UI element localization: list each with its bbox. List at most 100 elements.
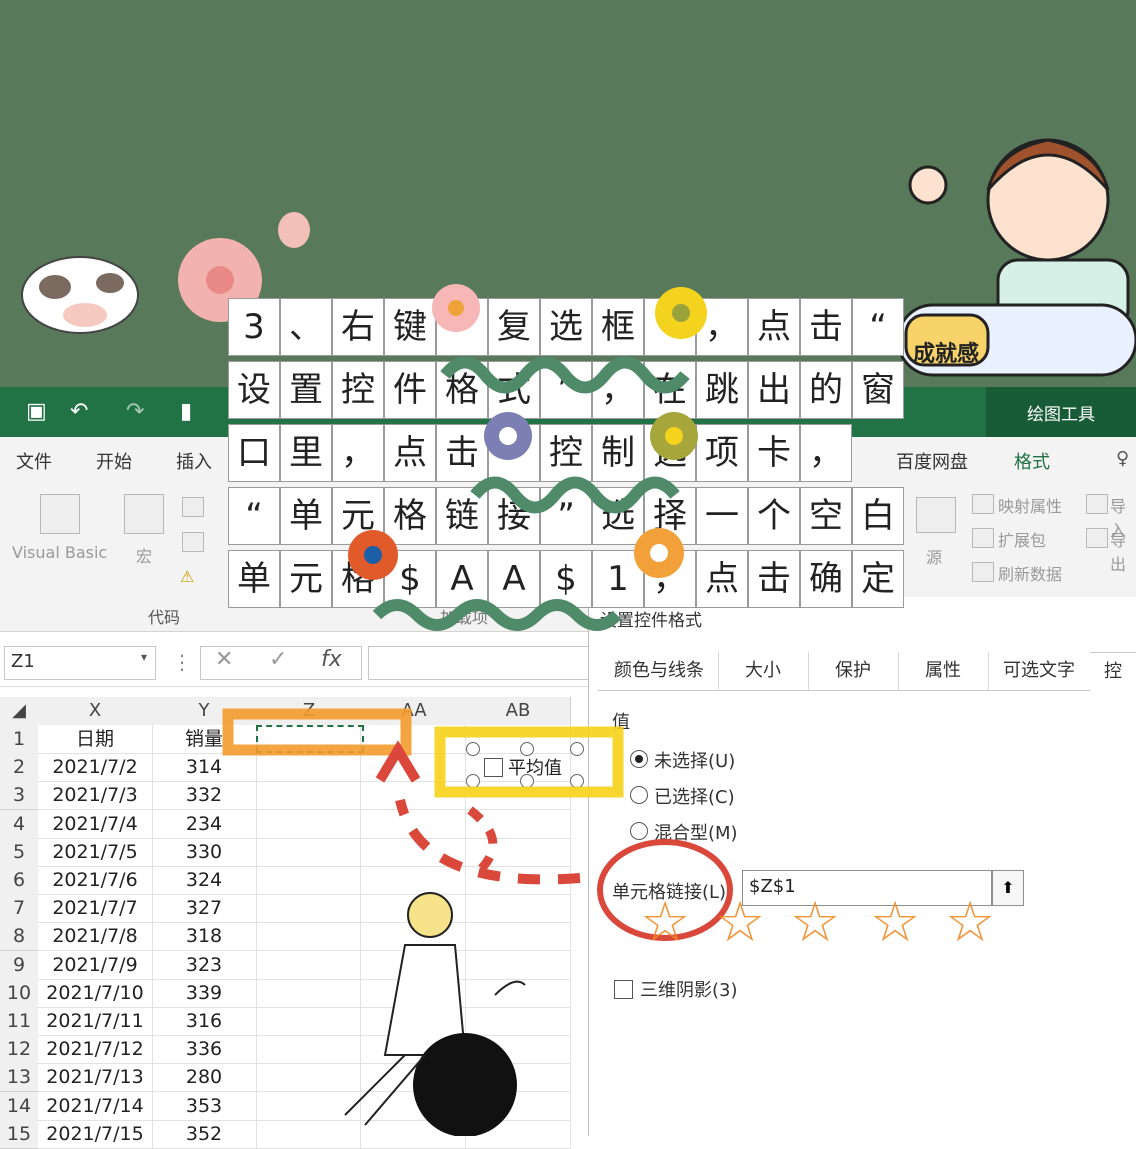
- cancel-icon[interactable]: ✕: [215, 647, 233, 672]
- date-cell[interactable]: 2021/7/13: [38, 1063, 153, 1093]
- menu-format[interactable]: 格式: [1014, 448, 1050, 474]
- caption-char: 右: [332, 298, 384, 356]
- formula-input[interactable]: [368, 646, 590, 680]
- caption-char: 出: [748, 361, 800, 419]
- row-header[interactable]: 15: [0, 1119, 38, 1149]
- petal-sticker: [278, 212, 310, 248]
- export-icon[interactable]: [1086, 528, 1108, 548]
- caption-char: 白: [852, 487, 904, 545]
- wavy-line-decoration: [470, 476, 680, 514]
- quick-access-icon[interactable]: ▮: [180, 399, 192, 424]
- tab-control[interactable]: 控: [1090, 652, 1136, 691]
- sales-cell[interactable]: 352: [152, 1119, 257, 1149]
- undo-icon[interactable]: ↶: [70, 399, 88, 424]
- date-cell[interactable]: 2021/7/12: [38, 1035, 153, 1065]
- menu-insert[interactable]: 插入: [176, 448, 212, 474]
- caption-char: 点: [384, 424, 436, 482]
- redo-icon[interactable]: ↷: [126, 399, 144, 424]
- caption-char: 击: [800, 298, 852, 356]
- caption-char: ，: [800, 424, 852, 482]
- sales-cell[interactable]: 316: [152, 1007, 257, 1036]
- enter-icon[interactable]: ✓: [269, 647, 287, 672]
- wavy-line-decoration: [372, 599, 622, 631]
- row-header[interactable]: 13: [0, 1063, 38, 1093]
- sales-cell[interactable]: 280: [152, 1063, 257, 1093]
- menu-baidu-netdisk[interactable]: 百度网盘: [896, 448, 968, 474]
- macro-security-icon[interactable]: ⚠: [180, 567, 194, 586]
- caption-char: 件: [384, 361, 436, 419]
- achievement-label: 成就感: [913, 342, 980, 367]
- wavy-line-decoration: [440, 356, 690, 394]
- flower-icon: [650, 412, 698, 460]
- caption-char: ，: [332, 424, 384, 482]
- map-properties-icon[interactable]: [972, 494, 994, 514]
- name-box[interactable]: Z1 ▾: [4, 646, 156, 680]
- flower-icon: [634, 528, 684, 578]
- caption-char: 确: [800, 550, 852, 608]
- caption-char: 点: [748, 298, 800, 356]
- caption-char: 跳: [696, 361, 748, 419]
- caption-char: 口: [228, 424, 280, 482]
- visual-basic-button[interactable]: Visual Basic: [12, 543, 107, 562]
- caption-char: 单: [280, 487, 332, 545]
- caption-char: 里: [280, 424, 332, 482]
- date-cell[interactable]: 2021/7/11: [38, 1007, 153, 1036]
- lightbulb-icon[interactable]: ♀: [1116, 448, 1129, 469]
- more-options-icon: ⋮: [172, 650, 192, 674]
- function-icon[interactable]: fx: [321, 647, 342, 672]
- export-button[interactable]: 导出: [1110, 527, 1136, 575]
- tab-size[interactable]: 大小: [718, 652, 809, 690]
- code-group-label: 代码: [148, 608, 181, 627]
- menu-home[interactable]: 开始: [96, 448, 132, 474]
- save-icon[interactable]: ▣: [26, 399, 47, 424]
- caption-char: 单: [228, 550, 280, 608]
- relative-ref-icon[interactable]: [182, 532, 204, 552]
- star-icon: ☆: [715, 890, 766, 955]
- tab-protection[interactable]: 保护: [808, 652, 899, 690]
- caption-char: 点: [696, 550, 748, 608]
- girl-doodle-illustration: [344, 892, 526, 1136]
- expansion-pack-button[interactable]: 扩展包: [998, 527, 1046, 551]
- sales-cell[interactable]: 353: [152, 1091, 257, 1121]
- macro-button[interactable]: 宏: [136, 543, 152, 567]
- drawing-tools-tab: 绘图工具: [986, 387, 1136, 437]
- tab-properties[interactable]: 属性: [898, 652, 989, 690]
- caption-char: 元: [280, 550, 332, 608]
- sales-cell[interactable]: 336: [152, 1035, 257, 1065]
- chevron-down-icon[interactable]: ▾: [141, 650, 147, 664]
- caption-char: 窗: [852, 361, 904, 419]
- tab-colors-lines[interactable]: 颜色与线条: [600, 652, 719, 690]
- caption-char: 个: [748, 487, 800, 545]
- caption-char: 定: [852, 550, 904, 608]
- expansion-pack-icon[interactable]: [972, 528, 994, 548]
- source-button[interactable]: 源: [926, 544, 942, 568]
- caption-char: “: [228, 487, 280, 545]
- row-header[interactable]: 11: [0, 1007, 38, 1036]
- date-cell[interactable]: 2021/7/14: [38, 1091, 153, 1121]
- star-icon: ☆: [870, 890, 921, 955]
- caption-char: 置: [280, 361, 332, 419]
- menu-file[interactable]: 文件: [16, 448, 52, 474]
- source-icon[interactable]: [916, 497, 956, 533]
- visual-basic-icon[interactable]: [40, 494, 80, 534]
- caption-char: 设: [228, 361, 280, 419]
- row-header[interactable]: 14: [0, 1091, 38, 1121]
- refresh-data-icon[interactable]: [972, 562, 994, 582]
- map-properties-button[interactable]: 映射属性: [998, 493, 1062, 517]
- name-box-value: Z1: [11, 651, 35, 672]
- caption-char: 、: [280, 298, 332, 356]
- macro-icon[interactable]: [124, 494, 164, 534]
- flower-icon: [655, 287, 707, 339]
- record-macro-icon[interactable]: [182, 497, 204, 517]
- cow-sticker: [21, 256, 139, 334]
- import-icon[interactable]: [1086, 494, 1108, 514]
- caption-char: 击: [748, 550, 800, 608]
- refresh-data-button[interactable]: 刷新数据: [998, 561, 1062, 585]
- caption-char: “: [852, 298, 904, 356]
- date-cell[interactable]: 2021/7/15: [38, 1119, 153, 1149]
- caption-char: 控: [332, 361, 384, 419]
- star-icon: ☆: [640, 890, 691, 955]
- tab-alt-text[interactable]: 可选文字: [988, 652, 1091, 690]
- caption-char: 空: [800, 487, 852, 545]
- row-header[interactable]: 12: [0, 1035, 38, 1065]
